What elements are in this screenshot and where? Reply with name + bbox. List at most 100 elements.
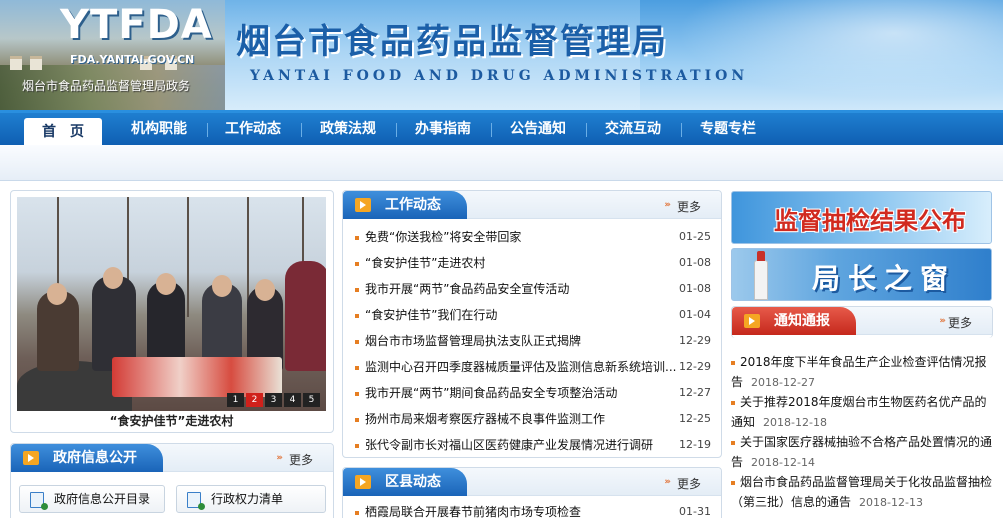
news-date: 12-19 <box>679 438 711 451</box>
news-date: 12-25 <box>679 412 711 425</box>
gov-info-catalog-label: 政府信息公开目录 <box>54 492 151 506</box>
notice-more-link[interactable]: 更多 <box>948 314 972 331</box>
site-logo[interactable]: YTFDA <box>60 2 213 48</box>
nav-announcements[interactable]: 公告通知 <box>499 113 577 145</box>
news-title: 我市开展“两节”期间食品药品安全专项整治活动 <box>365 386 618 400</box>
notice-tab[interactable]: 通知通报 <box>732 307 856 335</box>
news-item[interactable]: “食安护佳节”走进农村 <box>355 250 715 276</box>
carousel-dot-2[interactable]: 2 <box>246 393 263 407</box>
arrow-box-icon <box>355 475 371 489</box>
director-window-banner[interactable]: 局长之窗 <box>731 248 992 301</box>
director-window-text: 局长之窗 <box>812 262 957 295</box>
news-item[interactable]: “食安护佳节”我们在行动 <box>355 302 715 328</box>
news-item[interactable]: 我市开展“两节”期间食品药品安全专项整治活动 <box>355 380 715 406</box>
carousel-dot-5[interactable]: 5 <box>303 393 320 407</box>
agency-name-cn: 烟台市食品药品监督管理局 <box>236 22 668 62</box>
news-item[interactable]: 张代令副市长对福山区医药健康产业发展情况进行调研 <box>355 432 715 458</box>
carousel-dot-3[interactable]: 3 <box>265 393 282 407</box>
bullet-icon <box>355 365 359 370</box>
nav-work-news[interactable]: 工作动态 <box>214 113 292 145</box>
district-news-title: 区县动态 <box>385 474 441 490</box>
bullet-icon <box>731 480 735 485</box>
news-title: 监测中心召开四季度器械质量评估及监测信息新系统培训... <box>365 360 677 374</box>
lighthouse-icon <box>754 251 768 300</box>
nav-divider <box>301 123 302 137</box>
bullet-icon <box>355 417 359 422</box>
news-item[interactable]: 监测中心召开四季度器械质量评估及监测信息新系统培训... <box>355 354 685 380</box>
notice-item-date: 2018-12-14 <box>751 456 815 469</box>
nav-divider <box>491 123 492 137</box>
news-item[interactable]: 扬州市局来烟考察医疗器械不良事件监测工作 <box>355 406 715 432</box>
nav-divider <box>681 123 682 137</box>
carousel-caption[interactable]: “食安护佳节”走进农村 <box>17 412 326 429</box>
power-list-label: 行政权力清单 <box>211 492 284 506</box>
district-news-panel: 区县动态 ››› 更多 栖霞局联合开展春节前猪肉市场专项检查 01-31 <box>342 467 722 518</box>
document-icon <box>30 492 48 510</box>
double-chevron-icon: ››› <box>276 453 283 463</box>
notice-item[interactable]: 烟台市食品药品监督管理局关于化妆品监督抽检（第三批）信息的通告 2018-12-1… <box>731 472 993 513</box>
news-date: 01-31 <box>679 505 711 518</box>
news-item[interactable]: 免费“你送我检”将安全带回家 <box>355 224 715 250</box>
district-news-tab[interactable]: 区县动态 <box>343 468 467 496</box>
nav-divider <box>396 123 397 137</box>
nav-home[interactable]: 首 页 <box>24 118 102 146</box>
bullet-icon <box>355 261 359 266</box>
bullet-icon <box>731 400 735 405</box>
bullet-icon <box>355 235 359 240</box>
nav-special-topics[interactable]: 专题专栏 <box>689 113 767 145</box>
notice-item[interactable]: 2018年度下半年食品生产企业检查评估情况报告 2018-12-27 <box>731 352 993 393</box>
news-item[interactable]: 我市开展“两节”食品药品安全宣传活动 <box>355 276 715 302</box>
gov-info-panel: 政府信息公开 ››› 更多 政府信息公开目录 行政权力清单 <box>10 443 334 518</box>
news-date: 01-08 <box>679 282 711 295</box>
news-title: 免费“你送我检”将安全带回家 <box>365 230 522 244</box>
work-news-title: 工作动态 <box>385 197 441 213</box>
work-news-header: 工作动态 ››› 更多 <box>343 191 721 219</box>
notice-panel: 通知通报 ››› 更多 <box>731 306 993 338</box>
double-chevron-icon: ››› <box>664 477 671 487</box>
bullet-icon <box>731 440 735 445</box>
gov-info-title: 政府信息公开 <box>53 450 137 466</box>
notice-item-date: 2018-12-13 <box>859 496 923 509</box>
notice-title: 通知通报 <box>774 313 830 329</box>
news-item[interactable]: 烟台市市场监督管理局执法支队正式揭牌 <box>355 328 715 354</box>
gov-info-more-link[interactable]: 更多 <box>289 451 313 468</box>
news-title: 我市开展“两节”食品药品安全宣传活动 <box>365 282 570 296</box>
district-news-more-link[interactable]: 更多 <box>677 475 701 492</box>
nav-policies[interactable]: 政策法规 <box>309 113 387 145</box>
site-domain: FDA.YANTAI.GOV.CN <box>70 53 195 66</box>
nav-interaction[interactable]: 交流互动 <box>594 113 672 145</box>
nav-organization[interactable]: 机构职能 <box>120 113 198 145</box>
gov-info-tab[interactable]: 政府信息公开 <box>11 444 163 472</box>
site-caption: 烟台市食品药品监督管理局政务 <box>22 79 191 93</box>
double-chevron-icon: ››› <box>939 316 946 326</box>
news-date: 01-04 <box>679 308 711 321</box>
header-banner: YTFDA FDA.YANTAI.GOV.CN 烟台市食品药品监督管理局政务 烟… <box>0 0 1003 110</box>
nav-service-guide[interactable]: 办事指南 <box>404 113 482 145</box>
news-date: 12-29 <box>679 360 711 373</box>
carousel-pagination: 12345 <box>225 391 320 407</box>
carousel-photo[interactable]: 12345 <box>17 197 326 411</box>
bullet-icon <box>355 443 359 448</box>
double-chevron-icon: ››› <box>664 200 671 210</box>
inspection-results-banner[interactable]: 监督抽检结果公布 <box>731 191 992 244</box>
news-title: 张代令副市长对福山区医药健康产业发展情况进行调研 <box>365 438 654 452</box>
gov-info-header: 政府信息公开 ››› 更多 <box>11 444 333 472</box>
work-news-more-link[interactable]: 更多 <box>677 198 701 215</box>
gov-info-catalog-button[interactable]: 政府信息公开目录 <box>19 485 165 513</box>
bullet-icon <box>355 339 359 344</box>
notice-header: 通知通报 ››› 更多 <box>732 307 992 335</box>
arrow-box-icon <box>355 198 371 212</box>
news-date: 12-29 <box>679 334 711 347</box>
district-news-header: 区县动态 ››› 更多 <box>343 468 721 496</box>
notice-item[interactable]: 关于推荐2018年度烟台市生物医药名优产品的通知 2018-12-18 <box>731 392 993 433</box>
news-title: “食安护佳节”走进农村 <box>365 256 486 270</box>
power-list-button[interactable]: 行政权力清单 <box>176 485 326 513</box>
carousel-dot-1[interactable]: 1 <box>227 393 244 407</box>
carousel-dot-4[interactable]: 4 <box>284 393 301 407</box>
news-item[interactable]: 栖霞局联合开展春节前猪肉市场专项检查 <box>355 499 715 518</box>
main-nav: 首 页 机构职能 工作动态 政策法规 办事指南 公告通知 交流互动 专题专栏 <box>0 110 1003 146</box>
work-news-tab[interactable]: 工作动态 <box>343 191 467 219</box>
notice-item[interactable]: 关于国家医疗器械抽验不合格产品处置情况的通告 2018-12-14 <box>731 432 993 473</box>
news-title: 扬州市局来烟考察医疗器械不良事件监测工作 <box>365 412 606 426</box>
news-title: 烟台市市场监督管理局执法支队正式揭牌 <box>365 334 582 348</box>
